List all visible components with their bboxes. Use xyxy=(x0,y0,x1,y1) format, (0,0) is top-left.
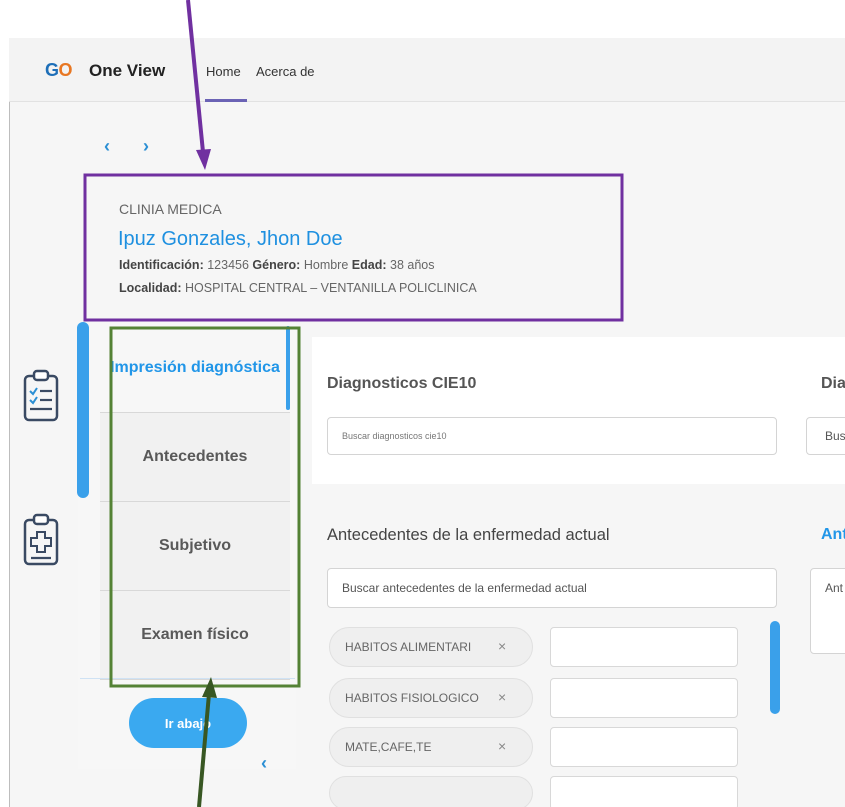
patient-highlight-box xyxy=(83,173,624,322)
top-arrow-line xyxy=(186,0,205,153)
tabs-highlight-box xyxy=(109,326,301,688)
top-arrow-head xyxy=(196,149,211,170)
annotation-overlay xyxy=(83,0,624,807)
bottom-arrow-line xyxy=(197,693,211,807)
screenshot: { "header": { "logo_g": "G", "logo_o": "… xyxy=(0,0,845,807)
